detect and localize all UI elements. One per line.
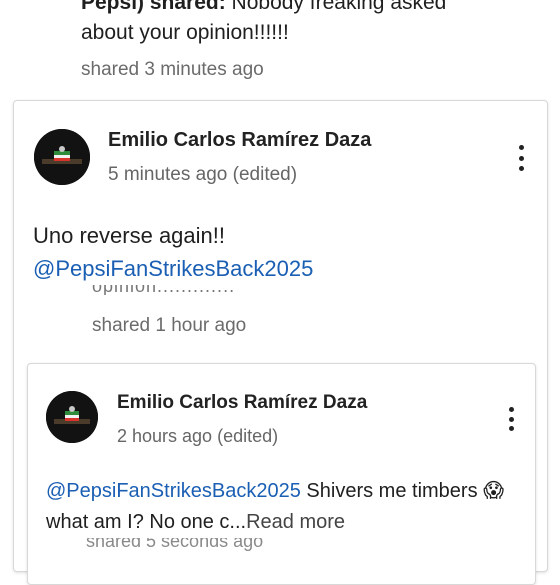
avatar[interactable]	[34, 129, 90, 185]
more-vert-icon[interactable]	[501, 407, 521, 431]
comment-author[interactable]: Emilio Carlos Ramírez Daza	[108, 129, 371, 152]
flag-avatar-icon	[34, 129, 90, 185]
more-vert-icon[interactable]	[511, 145, 531, 171]
nested-comment-text-part2: what am I? No one c...	[46, 511, 247, 533]
avatar[interactable]	[46, 391, 98, 443]
previous-post-snippet: Pepsi) shared: Nobody freaking asked abo…	[81, 0, 541, 81]
previous-post-text-part: Nobody freaking asked	[225, 0, 447, 14]
comment-body: Uno reverse again!! @PepsiFanStrikesBack…	[33, 219, 313, 285]
nested-comment-body: @PepsiFanStrikesBack2025 Shivers me timb…	[46, 475, 526, 538]
quoted-text-faded: opinion.............	[92, 285, 236, 295]
mention-link[interactable]: @PepsiFanStrikesBack2025	[46, 480, 301, 502]
comment-card: Emilio Carlos Ramírez Daza 5 minutes ago…	[13, 100, 548, 585]
shared-meta: shared 1 hour ago	[92, 315, 247, 336]
bottom-shared-meta-faded: shared 5 seconds ago	[86, 538, 264, 551]
previous-post-line2: about your opinion!!!!!!	[81, 21, 289, 44]
mention-link[interactable]: @PepsiFanStrikesBack2025	[33, 252, 313, 285]
previous-post-line1: Pepsi) shared: Nobody freaking asked	[81, 0, 541, 18]
previous-post-meta: shared 3 minutes ago	[81, 59, 264, 80]
comment-text: Uno reverse again!!	[33, 223, 225, 248]
read-more-link[interactable]: Read more	[246, 511, 345, 533]
nested-comment-timestamp: 2 hours ago (edited)	[117, 426, 279, 446]
comment-timestamp: 5 minutes ago (edited)	[108, 164, 298, 185]
nested-comment-author[interactable]: Emilio Carlos Ramírez Daza	[117, 392, 367, 414]
previous-post-shared-label: Pepsi) shared:	[81, 0, 226, 14]
flag-avatar-icon	[46, 391, 98, 443]
nested-comment-text-part1: Shivers me timbers	[300, 480, 484, 502]
screaming-face-emoji-icon: 😱	[483, 478, 504, 502]
